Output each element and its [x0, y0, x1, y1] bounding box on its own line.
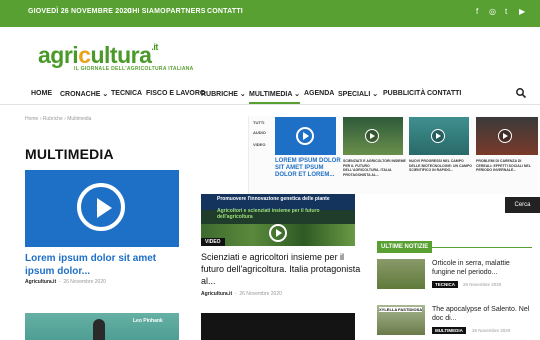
breadcrumb: Home › Rubriche › Multimedia [25, 116, 91, 122]
nav-speciali[interactable]: SPECIALI ⌄ [338, 90, 378, 98]
dropdown-item-title-2[interactable]: NUOVI PROGRESSI NEL CAMPO DELLE BIOTECNO… [409, 159, 473, 173]
search-button[interactable]: Cerca [505, 197, 540, 213]
nav-pubblicita[interactable]: PUBBLICITÀ [383, 90, 425, 97]
play-icon[interactable] [498, 129, 512, 143]
news-date-1: 26 Novembre 2020 [463, 282, 502, 287]
thumbnail-subcaption: Agricoltori e scienziati insieme per il … [217, 208, 320, 220]
dropdown-thumbnail-3[interactable] [476, 117, 538, 155]
main-article-thumbnail[interactable] [25, 170, 179, 247]
instagram-icon[interactable]: ◎ [489, 7, 496, 16]
article-separator: - [233, 291, 238, 297]
current-date: GIOVEDÌ 26 NOVEMBRE 2020 [28, 8, 132, 15]
news-thumbnail-1[interactable] [377, 259, 425, 289]
dropdown-filter-video[interactable]: VIDEO [253, 142, 265, 147]
dropdown-item-title-3[interactable]: PROBLEMI DI CARENZA DI CEREALI: EFFETTI … [476, 159, 536, 173]
main-article-meta: Agricultura.it - 26 Novembre 2020 [25, 279, 106, 285]
dropdown-item-title-1[interactable]: SCIENZIATI E AGRICOLTORI INSIEME PER IL … [343, 159, 407, 177]
play-icon[interactable] [296, 127, 314, 145]
main-nav: HOME CRONACHE ⌄ TECNICA FISCO E LAVORO R… [0, 84, 540, 105]
link-contatti[interactable]: CONTATTI [207, 8, 243, 15]
center-article-thumbnail[interactable]: Promuovere l'innovazione genetica delle … [201, 194, 355, 246]
facebook-icon[interactable]: f [476, 7, 478, 16]
dropdown-main-thumbnail[interactable] [275, 117, 336, 155]
dropdown-main-title[interactable]: LOREM IPSUM DOLOR SIT AMET IPSUM DOLOR E… [275, 158, 341, 179]
article-date: 26 Novembre 2020 [239, 291, 282, 297]
article-date: 26 Novembre 2020 [63, 279, 106, 285]
bottom-video-thumbnail-1[interactable]: Leo Pinhank [25, 313, 179, 340]
play-icon[interactable] [77, 183, 125, 231]
thumbnail-label: Leo Pinhank [133, 318, 163, 324]
youtube-icon[interactable]: ▶ [519, 7, 525, 16]
nav-fisco-lavoro[interactable]: FISCO E LAVORO [146, 90, 205, 97]
nav-multimedia[interactable]: MULTIMEDIA ⌄ [249, 90, 300, 104]
news-category-tag-1[interactable]: TECNICA [432, 281, 458, 288]
link-partners[interactable]: PARTNERS [166, 8, 206, 15]
news-title-1[interactable]: Orticole in serra, malattie fungine nel … [432, 259, 532, 277]
twitter-icon[interactable]: t [505, 7, 507, 16]
breadcrumb-current: Multimedia [67, 116, 92, 122]
nav-tecnica[interactable]: TECNICA [111, 90, 142, 97]
breadcrumb-rubriche[interactable]: Rubriche [43, 116, 63, 122]
site-tagline: IL GIORNALE DELL'AGRICOLTURA ITALIANA [74, 66, 194, 72]
person-figure [93, 319, 105, 340]
search-icon[interactable] [515, 87, 527, 99]
article-author[interactable]: Agricultura.it [201, 291, 232, 297]
article-separator: - [57, 279, 62, 285]
center-article-title[interactable]: Scienziati e agricoltori insieme per il … [201, 251, 361, 287]
latest-news-label: ULTIME NOTIZIE [377, 241, 433, 253]
dropdown-thumbnail-2[interactable] [409, 117, 469, 155]
top-bar: GIOVEDÌ 26 NOVEMBRE 2020 CHI SIAMO PARTN… [0, 0, 540, 27]
play-icon[interactable] [269, 224, 287, 242]
nav-home[interactable]: HOME [31, 90, 52, 97]
link-chi-siamo[interactable]: CHI SIAMO [127, 8, 166, 15]
play-icon[interactable] [431, 129, 445, 143]
news-date-2: 26 Novembre 2020 [472, 328, 511, 333]
news-category-tag-2[interactable]: MULTIMEDIA [432, 327, 466, 334]
news-title-2[interactable]: The apocalypse of Salento. Nel doc di... [432, 305, 532, 323]
breadcrumb-home[interactable]: Home [25, 116, 38, 122]
breadcrumb-separator: › [64, 116, 66, 122]
thumbnail-caption: Promuovere l'innovazione genetica delle … [217, 196, 330, 202]
video-tag[interactable]: VIDEO [201, 238, 225, 246]
play-icon[interactable] [365, 129, 379, 143]
main-article-title[interactable]: Lorem ipsum dolor sit amet ipsum dolor..… [25, 252, 185, 278]
site-logo[interactable]: agricultura.it [38, 42, 158, 69]
thumbnail-text: XYLELLA FASTIDIOSA [379, 307, 423, 312]
dropdown-filter-audio[interactable]: AUDIO [253, 130, 266, 135]
center-article-meta: Agricultura.it - 26 Novembre 2020 [201, 291, 282, 297]
nav-cronache[interactable]: CRONACHE ⌄ [60, 90, 108, 98]
page-title: MULTIMEDIA [25, 146, 114, 162]
nav-agenda[interactable]: AGENDA [304, 90, 334, 97]
article-author[interactable]: Agricultura.it [25, 279, 56, 285]
nav-contatti[interactable]: CONTATTI [427, 90, 461, 97]
latest-news-header: ULTIME NOTIZIE [377, 235, 532, 253]
bottom-video-thumbnail-2[interactable] [201, 313, 355, 340]
dropdown-filter-tutti[interactable]: TUTTI [253, 120, 264, 125]
news-thumbnail-2[interactable]: XYLELLA FASTIDIOSA [377, 305, 425, 335]
breadcrumb-separator: › [39, 116, 42, 122]
nav-rubriche[interactable]: RUBRICHE ⌄ [201, 90, 246, 98]
dropdown-thumbnail-1[interactable] [343, 117, 403, 155]
